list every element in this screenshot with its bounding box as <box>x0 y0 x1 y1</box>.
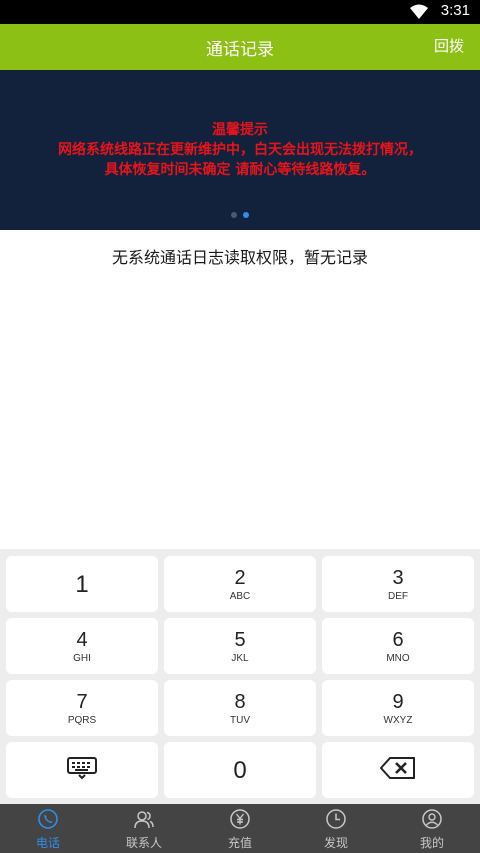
keyboard-toggle-button[interactable] <box>6 742 158 798</box>
nav-label: 充值 <box>227 836 252 850</box>
page-title: 通话记录 <box>206 40 274 60</box>
key-letters: JKL <box>231 653 249 664</box>
yen-icon <box>230 809 250 829</box>
notice-text: 温馨提示 网络系统线路正在更新维护中，白天会出现无法拨打情况， 具体恢复时间未确… <box>0 120 480 180</box>
key-digit: 8 <box>234 691 246 713</box>
key-7[interactable]: 7 PQRS <box>6 680 158 736</box>
key-1[interactable]: 1 <box>6 556 158 612</box>
key-digit: 2 <box>234 567 246 589</box>
nav-item-recharge[interactable]: 充值 <box>192 804 288 853</box>
key-digit: 3 <box>392 567 404 589</box>
key-digit: 6 <box>392 629 404 651</box>
app-bar: 通话记录 回拨 <box>0 24 480 70</box>
key-5[interactable]: 5 JKL <box>164 618 316 674</box>
key-letters: DEF <box>388 591 408 602</box>
key-letters: PQRS <box>67 715 97 726</box>
nav-label: 我的 <box>419 836 444 850</box>
key-letters: GHI <box>73 653 91 664</box>
backspace-icon <box>380 757 415 779</box>
key-letters: WXYZ <box>383 715 413 726</box>
backspace-button[interactable] <box>322 742 474 798</box>
key-digit: 7 <box>76 691 88 713</box>
key-digit: 1 <box>75 571 89 598</box>
banner-page-indicator-active[interactable] <box>243 212 249 218</box>
nav-label: 电话 <box>35 836 60 850</box>
key-3[interactable]: 3 DEF <box>322 556 474 612</box>
callback-button[interactable]: 回拨 <box>434 35 464 56</box>
key-8[interactable]: 8 TUV <box>164 680 316 736</box>
nav-item-phone[interactable]: 电话 <box>0 804 96 853</box>
key-letters: TUV <box>230 715 250 726</box>
phone-icon <box>38 809 58 829</box>
key-digit: 5 <box>234 629 246 651</box>
key-letters: MNO <box>386 653 410 664</box>
notice-banner[interactable]: 温馨提示 网络系统线路正在更新维护中，白天会出现无法拨打情况， 具体恢复时间未确… <box>0 70 480 230</box>
key-4[interactable]: 4 GHI <box>6 618 158 674</box>
clock-icon <box>326 809 346 829</box>
notice-line-1: 网络系统线路正在更新维护中，白天会出现无法拨打情况， <box>58 142 422 158</box>
dial-keypad: 1 2 ABC 3 DEF 4 GHI 5 JKL 6 MNO 7 PQRS 8… <box>0 549 480 804</box>
key-6[interactable]: 6 MNO <box>322 618 474 674</box>
key-digit: 9 <box>392 691 404 713</box>
empty-call-log-message: 无系统通话日志读取权限，暂无记录 <box>111 248 368 267</box>
keyboard-icon <box>67 757 97 780</box>
nav-item-contacts[interactable]: 联系人 <box>96 804 192 853</box>
notice-title: 温馨提示 <box>212 122 268 138</box>
nav-label: 发现 <box>323 836 348 850</box>
key-2[interactable]: 2 ABC <box>164 556 316 612</box>
key-0[interactable]: 0 <box>164 742 316 798</box>
status-time: 3:31 <box>440 2 470 19</box>
contacts-icon <box>134 811 154 829</box>
key-digit: 0 <box>233 757 247 784</box>
banner-page-indicator[interactable] <box>231 212 237 218</box>
key-digit: 4 <box>76 629 88 651</box>
notice-line-2: 具体恢复时间未确定 请耐心等待线路恢复。 <box>104 162 376 178</box>
status-bar: 3:31 <box>0 0 480 24</box>
nav-item-mine[interactable]: 我的 <box>384 804 480 853</box>
key-9[interactable]: 9 WXYZ <box>322 680 474 736</box>
nav-label: 联系人 <box>125 836 162 850</box>
key-letters: ABC <box>229 591 251 602</box>
user-icon <box>422 809 442 829</box>
wifi-icon <box>410 4 428 19</box>
nav-item-discover[interactable]: 发现 <box>288 804 384 853</box>
bottom-nav: 电话 联系人 充值 发现 我的 <box>0 804 480 853</box>
